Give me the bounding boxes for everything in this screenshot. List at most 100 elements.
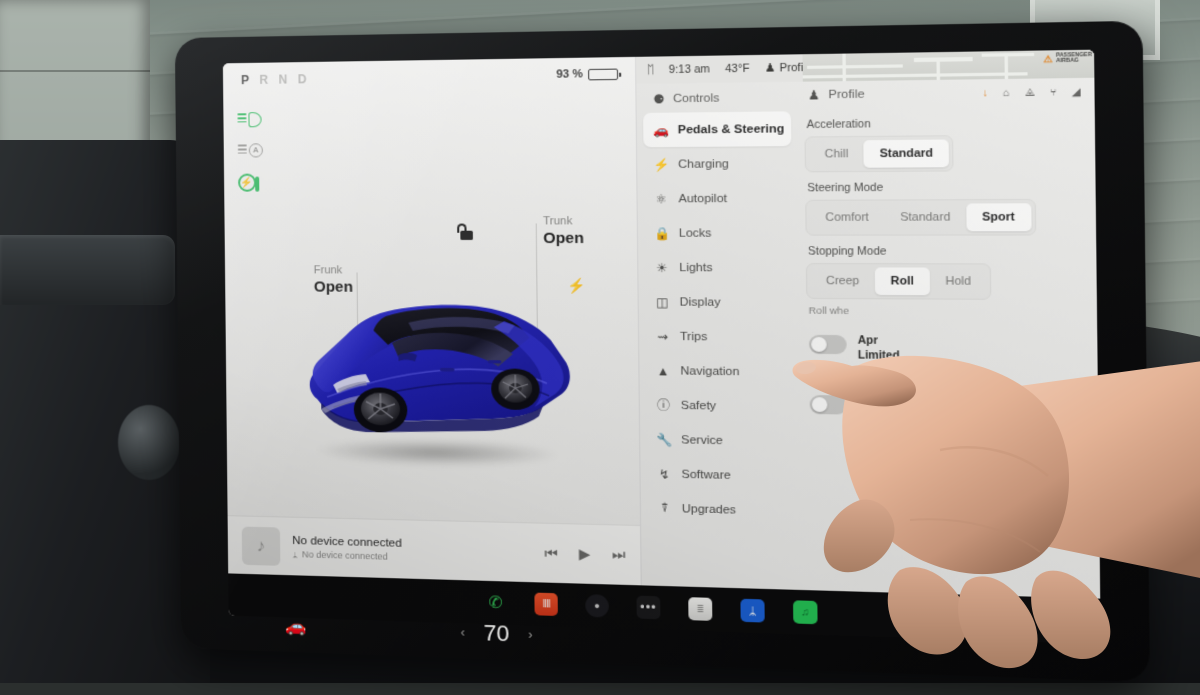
album-art-placeholder: ♪ <box>242 526 281 565</box>
steering-option-comfort[interactable]: Comfort <box>810 204 885 232</box>
air-vent <box>0 235 175 305</box>
apron-limited-toggle[interactable] <box>809 335 847 354</box>
download-icon: ↯ <box>657 467 672 482</box>
sidebar-label: Upgrades <box>682 502 736 516</box>
controls-label: Controls <box>673 92 720 105</box>
vehicle-illustration[interactable] <box>285 279 588 477</box>
mirror-icon[interactable]: ⨹ <box>1025 87 1035 99</box>
temperature-decrease-button[interactable]: ‹ <box>461 625 465 639</box>
warning-circle-icon: ⓘ <box>656 396 671 414</box>
slip-start-toggle-row[interactable]: Slip Start Use to help free ve mud. <box>807 394 1087 444</box>
previous-track-button[interactable]: ⏮ <box>544 544 558 562</box>
apron-limited-toggle-row[interactable]: Apr Limited <box>807 334 1086 366</box>
sidebar-item-autopilot[interactable]: ⚛ Autopilot <box>644 181 792 216</box>
trunk-label: Trunk <box>543 215 584 229</box>
settings-pane[interactable]: ᛖ 9:13 am 43°F ♟ Profile <box>635 50 1100 599</box>
car-icon: 🚗 <box>653 123 668 138</box>
steering-mode-segmented-control[interactable]: Comfort Standard Sport <box>805 199 1035 236</box>
stopping-option-roll[interactable]: Roll <box>875 267 930 295</box>
tesla-touchscreen[interactable]: P R N D 93 % <box>223 50 1101 644</box>
play-button[interactable]: ▶ <box>579 545 591 563</box>
battery-indicator[interactable]: 93 % <box>556 68 618 81</box>
airbag-line-2: AIRBAG <box>1056 58 1079 65</box>
temperature-control[interactable]: ‹ 70 › <box>460 619 532 648</box>
sidebar-item-charging[interactable]: ⚡ Charging <box>643 146 791 182</box>
acceleration-option-standard[interactable]: Standard <box>864 139 949 167</box>
settings-options-column[interactable]: ♟ Profile ↓ ⌂ ⨹ ⑂ ◢ <box>797 78 1100 599</box>
steering-wheel-adjust-icon[interactable]: ⑂ <box>1050 86 1057 98</box>
media-subtitle: No device connected <box>302 549 388 561</box>
stopping-mode-segmented-control[interactable]: Creep Roll Hold <box>806 263 992 300</box>
low-beam-headlight-icon <box>237 111 263 128</box>
auto-highbeam-icon: A <box>238 142 264 159</box>
media-controls[interactable]: ⏮ ▶ ⏭ <box>544 544 625 564</box>
sidebar-item-lights[interactable]: ☀ Lights <box>645 250 793 285</box>
stopping-option-creep[interactable]: Creep <box>810 267 875 295</box>
profile-header-row: ♟ Profile ↓ ⌂ ⨹ ⑂ ◢ <box>804 80 1083 109</box>
frunk-label: Frunk <box>314 264 353 278</box>
acceleration-segmented-control[interactable]: Chill Standard <box>805 135 954 172</box>
slip-start-text: Slip Start Use to help free ve mud. <box>858 395 948 442</box>
sidebar-item-service[interactable]: 🔧 Service <box>646 422 794 459</box>
steering-wheel-icon: ⚛ <box>654 191 669 206</box>
sidebar-item-navigation[interactable]: ▲ Navigation <box>646 353 794 389</box>
regenerative-braking-icon: ⚡ <box>238 174 256 192</box>
sidebar-label: Navigation <box>680 365 739 378</box>
profile-quick-icons[interactable]: ↓ ⌂ ⨹ ⑂ ◢ <box>982 86 1080 99</box>
trunk-status[interactable]: Trunk Open <box>543 215 584 249</box>
car-visualization-pane[interactable]: P R N D 93 % <box>223 57 641 585</box>
trips-icon: ⇝ <box>655 329 670 344</box>
passenger-airbag-indicator: ⚠ PASSENGER AIRBAG <box>1043 53 1092 65</box>
sidebar-item-locks[interactable]: 🔒 Locks <box>644 216 792 251</box>
upgrade-icon: ⍒ <box>657 500 672 516</box>
stopping-option-hold[interactable]: Hold <box>929 268 987 296</box>
sidebar-item-upgrades[interactable]: ⍒ Upgrades <box>647 491 795 529</box>
steering-option-sport[interactable]: Sport <box>966 203 1031 231</box>
lock-status-icon[interactable]: ᛖ <box>647 64 654 77</box>
vehicle-climate-icon[interactable]: 🚗 <box>285 616 307 637</box>
outside-temperature: 43°F <box>725 62 749 75</box>
apron-limited-title: Apr <box>858 334 900 349</box>
sidebar-label: Safety <box>681 399 716 412</box>
sidebar-item-display[interactable]: ◫ Display <box>645 285 793 320</box>
next-track-button[interactable]: ⏭ <box>612 546 626 564</box>
gear-r: R <box>259 73 271 87</box>
temperature-value: 70 <box>483 620 509 648</box>
display-icon: ◫ <box>655 295 670 310</box>
steering-option-standard[interactable]: Standard <box>884 203 966 231</box>
gear-indicator: P R N D <box>241 72 310 87</box>
airbag-warning-icon: ⚠ <box>1043 54 1052 64</box>
sidebar-label: Charging <box>678 158 729 171</box>
battery-percent-label: 93 % <box>556 68 583 81</box>
apron-limited-title-line2: Limited <box>858 349 900 364</box>
acceleration-label: Acceleration <box>807 116 1084 132</box>
lightning-bolt-icon: ⚡ <box>653 157 668 172</box>
slip-start-toggle[interactable] <box>810 395 848 415</box>
sidebar-item-pedals-steering[interactable]: 🚗 Pedals & Steering <box>643 111 791 147</box>
sidebar-label: Autopilot <box>678 192 727 205</box>
person-icon: ♟ <box>806 88 822 103</box>
wifi-icon[interactable]: ◢ <box>1072 86 1081 98</box>
gear-d: D <box>298 72 310 86</box>
temperature-increase-button[interactable]: › <box>528 627 532 642</box>
map-preview-strip[interactable]: ⚠ PASSENGER AIRBAG <box>803 50 1095 82</box>
clock: 9:13 am <box>669 63 710 76</box>
acceleration-option-chill[interactable]: Chill <box>809 140 864 168</box>
stopping-mode-label: Stopping Mode <box>808 245 1085 258</box>
sidebar-label: Display <box>680 296 721 309</box>
sidebar-item-software[interactable]: ↯ Software <box>647 456 795 493</box>
lock-icon: 🔒 <box>654 226 669 241</box>
stopping-mode-hint: Roll whe <box>809 305 1086 318</box>
seat-heater-icon[interactable]: ⌂ <box>1003 87 1010 99</box>
sidebar-item-safety[interactable]: ⓘ Safety <box>646 388 794 425</box>
software-download-icon[interactable]: ↓ <box>982 87 988 99</box>
slip-start-subtitle-line2: mud. <box>859 427 949 442</box>
media-player-bar[interactable]: ♪ No device connected ᛦ No device connec… <box>228 515 641 585</box>
person-icon: ♟ <box>765 62 775 75</box>
bluetooth-source-icon: ᛦ <box>292 549 298 559</box>
gear-n: N <box>278 72 290 86</box>
settings-nav-column[interactable]: ⚈ Controls 🚗 Pedals & Steering ⚡ Chargin… <box>636 82 803 590</box>
controls-header: ⚈ Controls <box>643 86 791 113</box>
sidebar-item-trips[interactable]: ⇝ Trips <box>645 319 793 355</box>
unlocked-padlock-icon[interactable] <box>459 224 474 240</box>
